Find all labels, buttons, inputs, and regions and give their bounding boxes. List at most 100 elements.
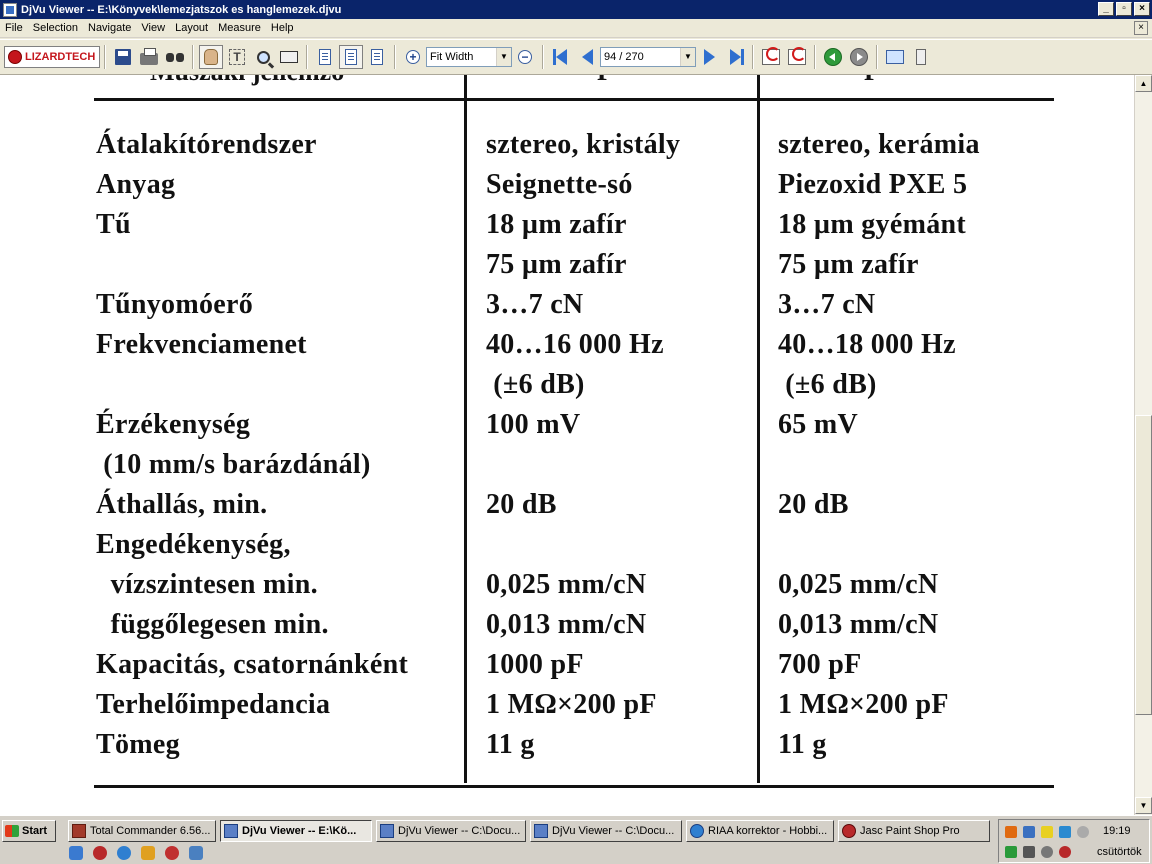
facing-page-button[interactable] [365,45,389,69]
tray-app-icon[interactable] [1041,846,1053,858]
document-page[interactable]: Műszaki jellemző P P Átalakítórendszer sz… [0,75,1134,815]
first-page-button[interactable] [549,45,573,69]
spec-value: sztereo, kerámia [778,129,980,160]
spec-value: 20 dB [778,489,849,520]
document-close-button[interactable]: × [1134,21,1148,35]
toolbar-separator [542,45,544,69]
printer-icon [140,48,158,65]
system-tray: 19:19 csütörtök [998,819,1150,863]
vertical-scrollbar[interactable]: ▲ ▼ [1134,75,1152,815]
menu-layout[interactable]: Layout [170,22,213,34]
spec-value: 100 mV [486,409,581,440]
table-header-cell: Műszaki jellemző [150,75,344,87]
find-button[interactable] [163,45,187,69]
quick-launch-desktop[interactable] [68,844,84,862]
clock-time[interactable]: 19:19 [1103,825,1131,837]
print-button[interactable] [137,45,161,69]
zoom-out-button[interactable]: − [513,45,537,69]
start-button[interactable]: Start [2,820,56,842]
tray-app-icon[interactable] [1077,826,1089,838]
save-button[interactable] [111,45,135,69]
taskbar-item-djvu-viewer[interactable]: DjVu Viewer -- C:\Docu... [376,820,526,842]
back-button[interactable] [821,45,845,69]
rotate-left-button[interactable] [759,45,783,69]
tray-app-icon[interactable] [1059,846,1071,858]
spec-label: (10 mm/s barázdánál) [96,449,371,480]
tray-app-icon[interactable] [1005,846,1017,858]
tray-app-icon[interactable] [1005,826,1017,838]
spec-value: (±6 dB) [486,369,585,400]
spec-label: vízszintesen min. [96,569,318,600]
forward-button[interactable] [847,45,871,69]
menu-view[interactable]: View [136,22,170,34]
app-icon [93,846,107,860]
tray-volume-icon[interactable] [1023,846,1035,858]
last-page-icon [729,49,744,65]
close-button[interactable]: × [1134,2,1150,16]
thumbnails-icon [886,50,904,64]
scroll-thumb[interactable] [1135,415,1152,715]
menu-help[interactable]: Help [266,22,299,34]
zoom-tool-button[interactable] [251,45,275,69]
next-page-button[interactable] [697,45,721,69]
spec-label: Áthallás, min. [96,489,268,520]
menu-file[interactable]: File [0,22,28,34]
pan-tool-button[interactable] [199,45,223,69]
maximize-button[interactable]: ▫ [1116,2,1132,16]
window-title: DjVu Viewer -- E:\Könyvek\lemezjatszok e… [21,3,342,16]
spec-value: 0,013 mm/cN [486,609,647,640]
thumbnails-button[interactable] [883,45,907,69]
taskbar-item-djvu-viewer-active[interactable]: DjVu Viewer -- E:\Kö... [220,820,372,842]
lizardtech-logo-button[interactable]: LIZARDTECH [4,46,100,68]
taskbar-item-total-commander[interactable]: Total Commander 6.56... [68,820,216,842]
taskbar-item-djvu-viewer[interactable]: DjVu Viewer -- C:\Docu... [530,820,682,842]
internet-explorer-icon [117,846,131,860]
scroll-down-button[interactable]: ▼ [1135,797,1152,814]
taskbar-item-paint-shop-pro[interactable]: Jasc Paint Shop Pro [838,820,990,842]
save-icon [115,49,131,65]
lizardtech-logo-icon [8,50,22,64]
quick-launch-app[interactable] [92,844,108,862]
menu-navigate[interactable]: Navigate [83,22,136,34]
zoom-in-button[interactable]: + [401,45,425,69]
spec-label: Átalakítórendszer [96,129,317,160]
minimize-button[interactable]: _ [1098,2,1114,16]
chevron-down-icon[interactable]: ▼ [680,48,695,66]
chevron-down-icon[interactable]: ▼ [496,48,511,66]
split-view-button[interactable] [909,45,933,69]
tray-bluetooth-icon[interactable] [1059,826,1071,838]
scroll-up-button[interactable]: ▲ [1135,75,1152,92]
spec-label: Tömeg [96,729,180,760]
continuous-page-button[interactable] [339,45,363,69]
quick-launch-app[interactable] [188,844,204,862]
tray-network-icon[interactable] [1023,826,1035,838]
last-page-button[interactable] [723,45,747,69]
zoom-select[interactable]: Fit Width ▼ [426,47,512,67]
quick-launch-ie[interactable] [116,844,132,862]
djvu-app-icon[interactable] [3,2,17,17]
menu-selection[interactable]: Selection [28,22,83,34]
menu-measure[interactable]: Measure [213,22,266,34]
spec-value: 3…7 cN [486,289,584,320]
measure-tool-button[interactable] [277,45,301,69]
facing-page-icon [371,49,383,65]
spec-label: Kapacitás, csatornánként [96,649,409,680]
spec-label: függőlegesen min. [96,609,329,640]
start-label: Start [22,825,48,837]
spec-value: (±6 dB) [778,369,877,400]
text-select-tool-button[interactable]: T [225,45,249,69]
previous-page-icon [581,49,593,65]
page-select[interactable]: 94 / 270 ▼ [600,47,696,67]
toolbar-separator [394,45,396,69]
spec-value: 0,025 mm/cN [778,569,939,600]
single-page-button[interactable] [313,45,337,69]
quick-launch-app[interactable] [140,844,156,862]
rotate-right-button[interactable] [785,45,809,69]
taskbar-item-label: Total Commander 6.56... [90,825,211,837]
taskbar-item-label: DjVu Viewer -- C:\Docu... [398,825,521,837]
title-bar: DjVu Viewer -- E:\Könyvek\lemezjatszok e… [0,0,1152,19]
tray-warning-icon[interactable] [1041,826,1053,838]
previous-page-button[interactable] [575,45,599,69]
taskbar-item-riaa-korrektor[interactable]: RIAA korrektor - Hobbi... [686,820,834,842]
quick-launch-app[interactable] [164,844,180,862]
